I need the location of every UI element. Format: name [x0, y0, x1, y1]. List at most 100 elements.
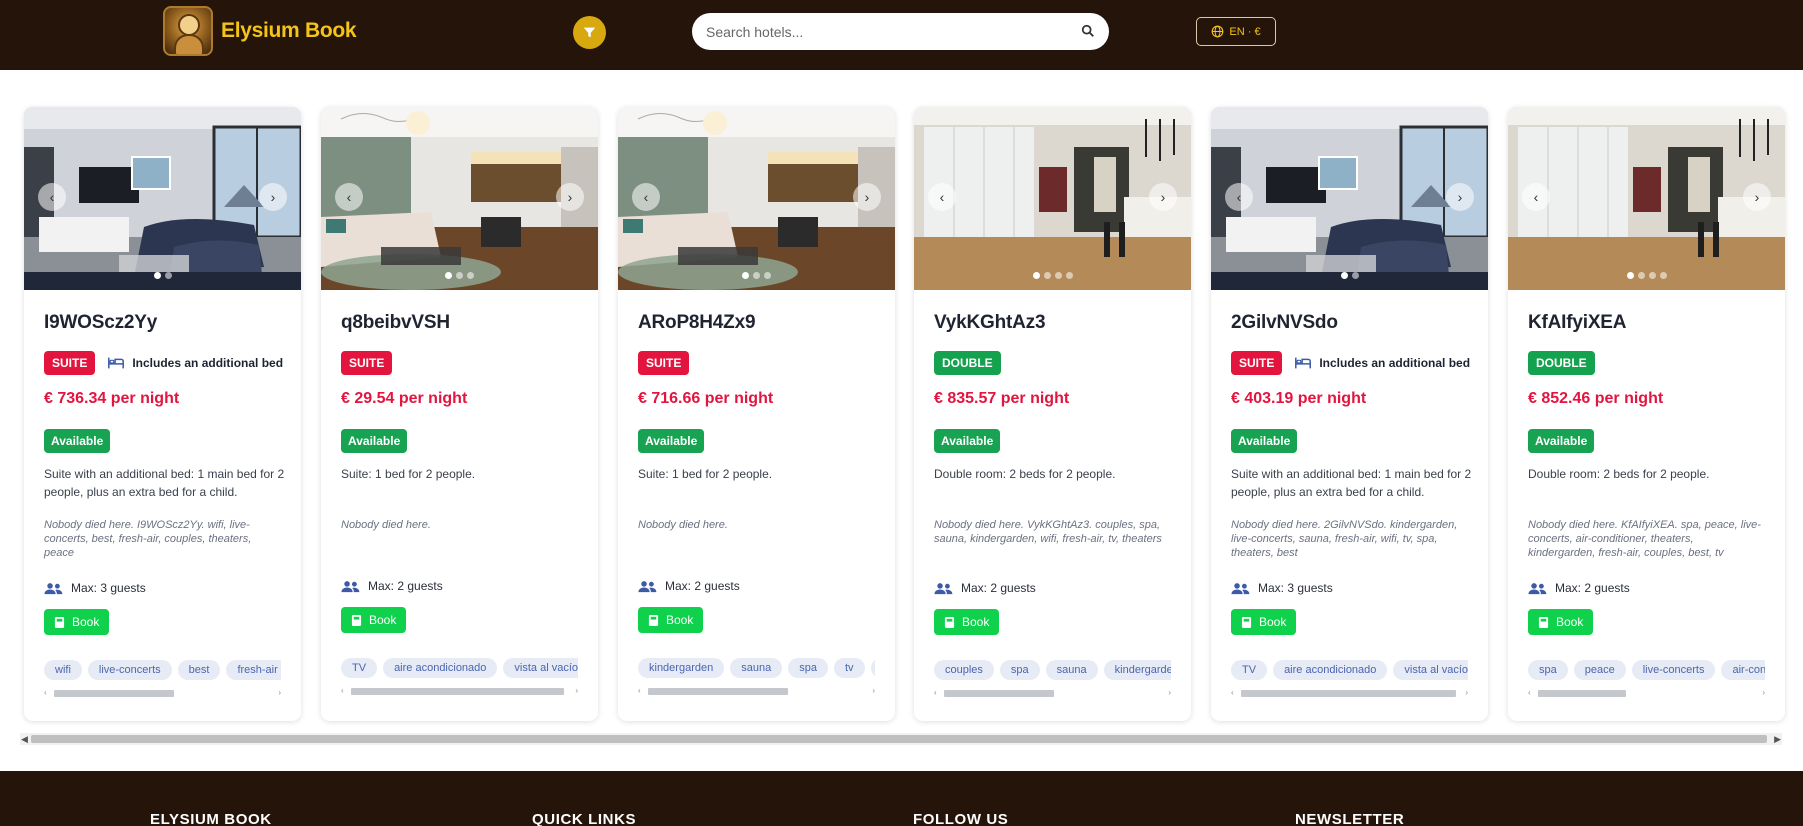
language-currency-button[interactable]: EN · € [1196, 17, 1276, 46]
carousel-next-button[interactable]: › [259, 183, 287, 211]
hotel-card[interactable]: ‹ › ARoP8H4Zx9 SUITE € 716.66 per night Avail… [618, 107, 895, 721]
carousel-dot[interactable] [1032, 272, 1040, 279]
book-button[interactable]: Book [1231, 609, 1297, 635]
tags-scrollbar-thumb[interactable] [1538, 690, 1626, 697]
carousel-dot[interactable] [467, 272, 474, 279]
tags-scroll-right[interactable]: › [1465, 688, 1468, 698]
amenity-tags[interactable]: wifi live-concerts best fresh-air [44, 660, 281, 682]
room-image-carousel[interactable]: ‹ › [321, 107, 598, 290]
carousel-dot[interactable] [742, 272, 749, 279]
carousel-dot[interactable] [1648, 272, 1656, 279]
room-type-row: SUITE Includes an additional bed [44, 351, 283, 375]
carousel-dot[interactable] [164, 272, 172, 279]
room-image-carousel[interactable]: ‹ › [618, 107, 895, 290]
hotel-card[interactable]: ‹ › q8beibvVSH SUITE € 29.54 per night Availa… [321, 107, 598, 721]
carousel-dot[interactable] [1351, 272, 1359, 279]
tags-scrollbar[interactable]: ‹ › [44, 688, 281, 698]
tags-scroll-right[interactable]: › [278, 688, 281, 698]
scroll-right-arrow[interactable]: ▶ [1774, 733, 1781, 745]
hotel-title[interactable]: I9WOScz2Yy [44, 312, 157, 334]
carousel-prev-button[interactable]: ‹ [632, 183, 660, 211]
tags-scroll-left[interactable]: ‹ [44, 688, 47, 698]
carousel-next-button[interactable]: › [853, 183, 881, 211]
tags-scrollbar[interactable]: ‹ › [1231, 688, 1468, 698]
room-image-carousel[interactable]: ‹ › [1508, 107, 1785, 290]
hotel-title[interactable]: ARoP8H4Zx9 [638, 312, 756, 334]
tags-scrollbar-thumb[interactable] [351, 688, 564, 695]
carousel-dot[interactable] [445, 272, 452, 279]
carousel-dot[interactable] [1626, 272, 1634, 279]
tags-scrollbar-thumb[interactable] [648, 688, 788, 695]
book-button[interactable]: Book [44, 609, 110, 635]
carousel-dot[interactable] [1043, 272, 1051, 279]
carousel-next-button[interactable]: › [556, 183, 584, 211]
book-button[interactable]: Book [1528, 609, 1594, 635]
hotel-title[interactable]: KfAIfyiXEA [1528, 312, 1626, 334]
carousel-next-button[interactable]: › [1149, 183, 1177, 211]
book-button[interactable]: Book [934, 609, 1000, 635]
hotel-card-carousel[interactable]: ‹ › I9WOScz2Yy SUITE Includes an additional … [24, 107, 1785, 721]
carousel-prev-button[interactable]: ‹ [1522, 183, 1550, 211]
amenity-tags[interactable]: TV aire acondicionado vista al vacío [341, 658, 578, 680]
tags-scroll-left[interactable]: ‹ [341, 686, 344, 696]
carousel-dot[interactable] [764, 272, 771, 279]
hotel-card[interactable]: ‹ › 2GilvNVSdo SUITE Includes an additional … [1211, 107, 1488, 721]
tags-scroll-left[interactable]: ‹ [1231, 688, 1234, 698]
book-button[interactable]: Book [341, 607, 407, 633]
carousel-prev-button[interactable]: ‹ [928, 183, 956, 211]
hotel-title[interactable]: 2GilvNVSdo [1231, 312, 1338, 334]
tags-scroll-right[interactable]: › [1168, 688, 1171, 698]
carousel-next-button[interactable]: › [1743, 183, 1771, 211]
amenity-tags[interactable]: kindergardensaunaspatvb [638, 658, 875, 680]
amenity-tags[interactable]: spapeacelive-concertsair-condi [1528, 660, 1765, 682]
book-button[interactable]: Book [638, 607, 704, 633]
tags-scrollbar-thumb[interactable] [1241, 690, 1456, 697]
hotel-title[interactable]: VykKGhtAz3 [934, 312, 1046, 334]
carousel-dot[interactable] [753, 272, 760, 279]
room-image-carousel[interactable]: ‹ › [914, 107, 1191, 290]
tags-scrollbar[interactable]: ‹ › [934, 688, 1171, 698]
search-input[interactable] [692, 23, 1062, 40]
scrollbar-thumb[interactable] [31, 735, 1767, 743]
price-per-night: € 716.66 per night [638, 390, 774, 407]
book-button-label: Book [369, 613, 397, 627]
tags-scrollbar[interactable]: ‹ › [1528, 688, 1765, 698]
hotel-title[interactable]: q8beibvVSH [341, 312, 450, 334]
room-image-carousel[interactable]: ‹ › [1211, 107, 1488, 290]
carousel-dot[interactable] [1054, 272, 1062, 279]
carousel-prev-button[interactable]: ‹ [1225, 183, 1253, 211]
tags-scroll-left[interactable]: ‹ [934, 688, 937, 698]
filter-button[interactable] [573, 16, 606, 49]
tags-scroll-left[interactable]: ‹ [638, 686, 641, 696]
search-bar [692, 13, 1109, 50]
tags-scrollbar-thumb[interactable] [944, 690, 1054, 697]
carousel-dot[interactable] [1340, 272, 1348, 279]
carousel-next-button[interactable]: › [1446, 183, 1474, 211]
tags-scroll-right[interactable]: › [872, 686, 875, 696]
tags-scrollbar-thumb[interactable] [54, 690, 174, 697]
amenity-tags[interactable]: TV aire acondicionado vista al vacío [1231, 660, 1468, 682]
amenity-tag: fresh-air [226, 660, 281, 680]
room-image-carousel[interactable]: ‹ › [24, 107, 301, 290]
tags-scroll-right[interactable]: › [1762, 688, 1765, 698]
carousel-dot[interactable] [1637, 272, 1645, 279]
search-icon[interactable] [1081, 24, 1095, 38]
scroll-left-arrow[interactable]: ◀ [21, 733, 28, 745]
hotel-card[interactable]: ‹ › I9WOScz2Yy SUITE Includes an additional … [24, 107, 301, 721]
max-guests: Max: 2 guests [341, 579, 443, 593]
carousel-prev-button[interactable]: ‹ [38, 183, 66, 211]
tags-scrollbar[interactable]: ‹ › [638, 686, 875, 696]
carousel-dot[interactable] [456, 272, 463, 279]
carousel-dot[interactable] [1659, 272, 1667, 279]
tags-scroll-right[interactable]: › [575, 686, 578, 696]
brand-link[interactable]: Elysium Book [163, 6, 357, 56]
tags-scroll-left[interactable]: ‹ [1528, 688, 1531, 698]
hotel-card[interactable]: ‹ › VykKGhtAz3 DOUBLE € 835.57 per night Avai… [914, 107, 1191, 721]
carousel-dot[interactable] [1065, 272, 1073, 279]
tags-scrollbar[interactable]: ‹ › [341, 686, 578, 696]
carousel-dot[interactable] [153, 272, 161, 279]
hotel-card[interactable]: ‹ › KfAIfyiXEA DOUBLE € 852.46 per night Avai… [1508, 107, 1785, 721]
amenity-tags[interactable]: couplesspasaunakindergarden [934, 660, 1171, 682]
carousel-prev-button[interactable]: ‹ [335, 183, 363, 211]
cards-horizontal-scrollbar[interactable]: ◀ ▶ [20, 733, 1782, 745]
